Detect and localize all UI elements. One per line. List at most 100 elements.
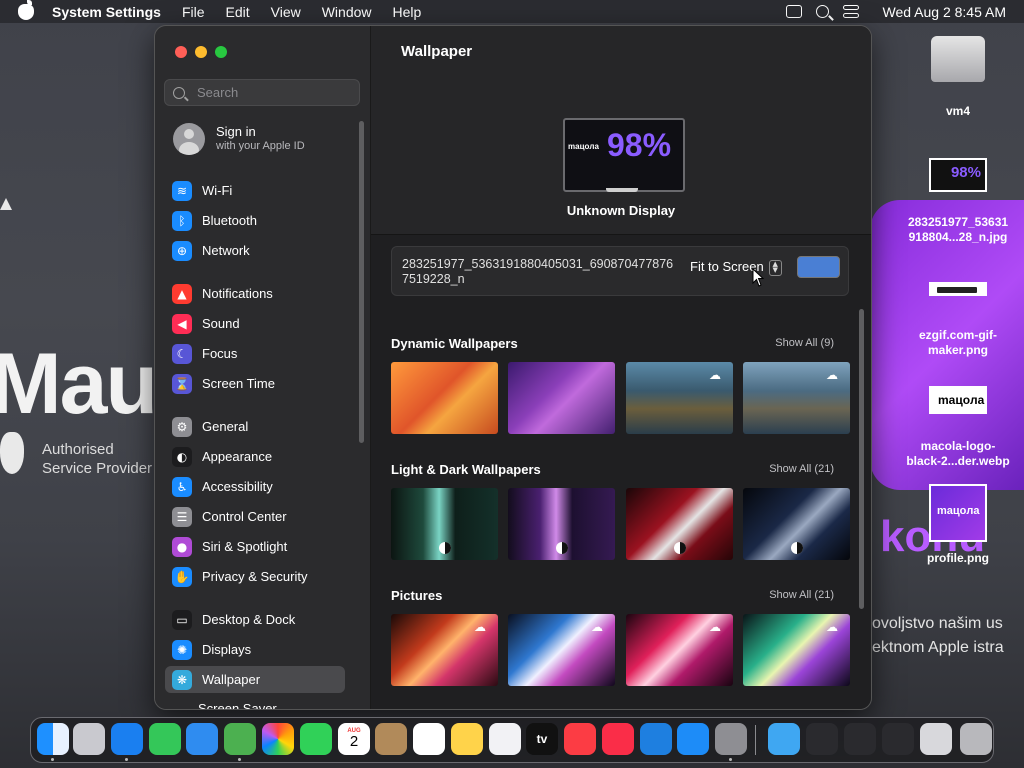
background-text-line2: ektnom Apple istra xyxy=(872,639,1004,656)
image-thumbnail-icon: maцoлa xyxy=(929,386,987,414)
wallpaper-thumb[interactable]: ☁ xyxy=(626,614,733,686)
close-button[interactable] xyxy=(175,46,187,58)
freeform-icon[interactable] xyxy=(489,723,521,755)
control-center-icon[interactable] xyxy=(842,4,859,19)
photos-icon[interactable] xyxy=(262,723,294,755)
sidebar-item-label: Control Center xyxy=(202,509,287,524)
sidebar-item-screen-time[interactable]: ⌛ Screen Time xyxy=(165,370,345,397)
sidebar-item-bluetooth[interactable]: ᛒ Bluetooth xyxy=(165,207,345,234)
screenshot-stack-icon[interactable] xyxy=(844,723,876,755)
safari-icon[interactable] xyxy=(111,723,143,755)
reminders-icon[interactable] xyxy=(413,723,445,755)
finder-icon[interactable] xyxy=(37,723,69,755)
desktop-icon-vm4[interactable]: vm4 xyxy=(920,36,996,119)
desktop-icon-webp[interactable]: maцoлa macola-logo- black-2...der.webp xyxy=(898,386,1018,469)
wallpaper-thumb[interactable]: ☁ xyxy=(626,362,733,434)
accessibility-icon: ♿ xyxy=(172,476,192,497)
wallpaper-thumb[interactable]: ☁ xyxy=(743,362,850,434)
sidebar-item-wallpaper[interactable]: ❋ Wallpaper xyxy=(165,666,345,693)
apple-menu-icon[interactable] xyxy=(18,0,34,20)
zoom-button[interactable] xyxy=(215,46,227,58)
show-all-button[interactable]: Show All (21) xyxy=(769,589,834,601)
messages-icon[interactable] xyxy=(149,723,181,755)
desktop-icon-label: vm4 xyxy=(945,104,971,118)
sidebar-item-focus[interactable]: ☾ Focus xyxy=(165,340,345,367)
content-scrollbar[interactable] xyxy=(859,309,864,609)
sidebar-item-partial[interactable]: Screen Saver xyxy=(165,701,277,709)
notes-icon[interactable] xyxy=(451,723,483,755)
desktop-icon-ezgif[interactable]: ezgif.com-gif- maker.png xyxy=(898,282,1018,358)
signin-subtitle: with your Apple ID xyxy=(216,140,305,152)
menu-help[interactable]: Help xyxy=(393,4,422,20)
calendar-icon[interactable]: AUG 2 xyxy=(338,723,370,755)
facetime-icon[interactable] xyxy=(300,723,332,755)
screen-time-icon: ⌛ xyxy=(172,373,192,394)
sidebar-item-wi-fi[interactable]: ≋ Wi-Fi xyxy=(165,177,345,204)
fit-to-screen-select[interactable]: Fit to Screen ▲ ▼ xyxy=(690,259,782,276)
stage-manager-icon[interactable] xyxy=(785,5,802,18)
show-all-button[interactable]: Show All (21) xyxy=(769,463,834,475)
menu-view[interactable]: View xyxy=(271,4,301,20)
keynote-icon[interactable] xyxy=(640,723,672,755)
menu-edit[interactable]: Edit xyxy=(226,4,250,20)
wallpaper-thumb[interactable] xyxy=(508,362,615,434)
sidebar-item-control-center[interactable]: ☰ Control Center xyxy=(165,503,345,530)
menu-app-name[interactable]: System Settings xyxy=(52,4,161,20)
notifications-icon: ▲ xyxy=(172,283,192,304)
sidebar-item-network[interactable]: ⊕ Network xyxy=(165,237,345,264)
minimize-button[interactable] xyxy=(195,46,207,58)
search-field[interactable] xyxy=(164,79,360,106)
wallpaper-thumb[interactable] xyxy=(626,488,733,560)
light-dark-icon xyxy=(556,542,568,554)
menu-window[interactable]: Window xyxy=(322,4,372,20)
apple-id-signin[interactable]: Sign in with your Apple ID xyxy=(173,123,305,155)
apple-tv-icon[interactable]: tv xyxy=(526,723,558,755)
launchpad-icon[interactable] xyxy=(73,723,105,755)
search-input[interactable] xyxy=(195,84,349,101)
music-icon[interactable] xyxy=(564,723,596,755)
sidebar-item-sound[interactable]: ◀ Sound xyxy=(165,310,345,337)
sidebar-item-label: Bluetooth xyxy=(202,213,257,228)
wallpaper-thumb[interactable] xyxy=(391,362,498,434)
maps-icon[interactable] xyxy=(224,723,256,755)
wallpaper-thumb[interactable] xyxy=(391,488,498,560)
thumb-bar xyxy=(937,287,977,293)
wallpaper-thumb[interactable] xyxy=(743,488,850,560)
sidebar-scrollbar[interactable] xyxy=(359,121,364,443)
mail-icon[interactable] xyxy=(186,723,218,755)
desktop-icon-jpg[interactable]: 98% 283251977_53631 918804...28_n.jpg xyxy=(898,158,1018,245)
contacts-icon[interactable] xyxy=(375,723,407,755)
desktop-icon-profile[interactable]: maцoлa profile.png xyxy=(898,484,1018,566)
siri-icon: ● xyxy=(172,536,192,557)
menu-clock[interactable]: Wed Aug 2 8:45 AM xyxy=(883,4,1007,20)
trash-icon[interactable] xyxy=(960,723,992,755)
sidebar-item-accessibility[interactable]: ♿ Accessibility xyxy=(165,473,345,500)
desktop-stack-icon[interactable] xyxy=(806,723,838,755)
sidebar-item-siri-spotlight[interactable]: ● Siri & Spotlight xyxy=(165,533,345,560)
downloads-folder-icon[interactable] xyxy=(768,723,800,755)
sidebar-item-general[interactable]: ⚙ General xyxy=(165,413,345,440)
cloud-download-icon: ☁ xyxy=(826,620,838,634)
window-stack-icon[interactable] xyxy=(920,723,952,755)
wallpaper-thumb[interactable]: ☁ xyxy=(743,614,850,686)
show-all-button[interactable]: Show All (9) xyxy=(775,337,834,349)
sidebar-item-privacy-security[interactable]: ✋ Privacy & Security xyxy=(165,563,345,590)
wallpaper-thumb[interactable]: ☁ xyxy=(391,614,498,686)
sidebar-item-displays[interactable]: ✺ Displays xyxy=(165,636,345,663)
sidebar-item-notifications[interactable]: ▲ Notifications xyxy=(165,280,345,307)
menu-file[interactable]: File xyxy=(182,4,205,20)
news-icon[interactable] xyxy=(602,723,634,755)
color-swatch[interactable] xyxy=(797,256,840,278)
sidebar-item-label: Network xyxy=(202,243,250,258)
system-settings-icon[interactable] xyxy=(715,723,747,755)
app-store-icon[interactable] xyxy=(677,723,709,755)
display-name: Unknown Display xyxy=(566,203,676,218)
desktop-icon-label: black-2...der.webp xyxy=(906,454,1010,468)
displays-icon: ✺ xyxy=(172,639,192,660)
sidebar-item-appearance[interactable]: ◐ Appearance xyxy=(165,443,345,470)
spotlight-icon[interactable] xyxy=(815,5,829,18)
wallpaper-thumb[interactable]: ☁ xyxy=(508,614,615,686)
documents-stack-icon[interactable] xyxy=(882,723,914,755)
sidebar-item-desktop-dock[interactable]: ▭ Desktop & Dock xyxy=(165,606,345,633)
wallpaper-thumb[interactable] xyxy=(508,488,615,560)
